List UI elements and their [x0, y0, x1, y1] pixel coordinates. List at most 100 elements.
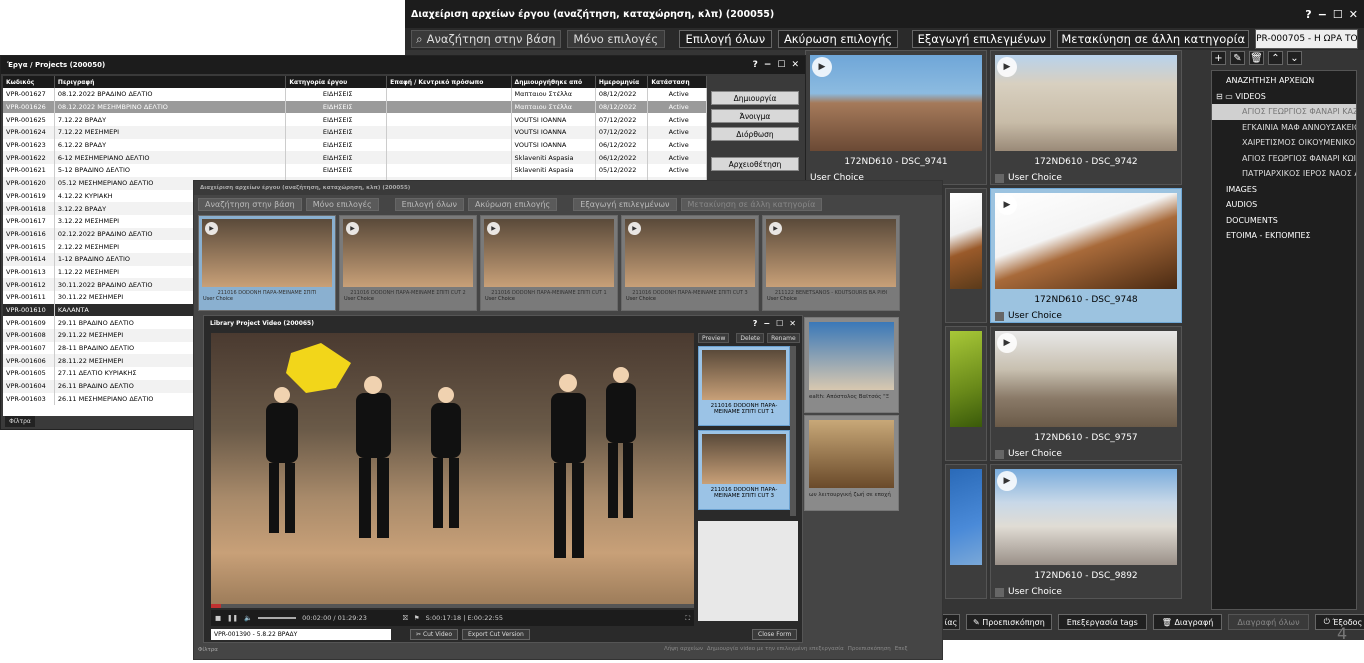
thumbnail[interactable]: 211016 DODONH ΠΑΡΑ-ΜΕΙΝΑΜΕ ΣΠΙΤΙ User Cho…	[198, 215, 336, 311]
fullscreen-icon[interactable]: ⛶	[685, 614, 690, 623]
export-selected-button[interactable]: Εξαγωγή επιλεγμένων	[912, 30, 1052, 48]
play-icon[interactable]: ▶	[812, 57, 832, 77]
edit-button[interactable]: Διόρθωση	[711, 127, 799, 141]
only-selection-button[interactable]: Μόνο επιλογές	[305, 198, 379, 211]
project-field[interactable]: VPR-000705 - Η ΩΡΑ ΤΟΥ	[1254, 29, 1359, 49]
volume-icon[interactable]: 🔈	[244, 614, 252, 622]
trash-icon[interactable]: 🗑	[1249, 51, 1264, 65]
checkbox[interactable]	[995, 587, 1004, 597]
play-icon[interactable]: ▶	[346, 222, 359, 235]
select-all-button[interactable]: Επιλογή όλων	[394, 198, 464, 211]
user-choice[interactable]: User Choice	[995, 587, 1062, 597]
filter-button[interactable]: Φίλτρα	[198, 647, 218, 653]
close-icon[interactable]: ✕	[791, 60, 799, 70]
open-button[interactable]: Άνοιγμα	[711, 109, 799, 123]
library-rename-button[interactable]: Rename	[767, 333, 800, 343]
thumbnail[interactable]: ▶ 172ND610 - DSC_9742 User Choice	[990, 50, 1182, 185]
checkbox[interactable]	[995, 311, 1004, 321]
play-icon[interactable]: ▶	[487, 222, 500, 235]
tree-item-video[interactable]: ΑΓΙΟΣ ΓΕΩΡΓΙΟΣ ΦΑΝΑΡΙ ΚΩΙ	[1212, 151, 1356, 167]
archive-button[interactable]: Αρχειοθέτηση	[711, 157, 799, 171]
column-header[interactable]: Κατηγορία έργου	[285, 76, 388, 88]
flag-icon[interactable]: ⚑	[414, 614, 420, 622]
library-item[interactable]: 211016 DODONH ΠΑΡΑ-ΜΕΙΝΑΜΕ ΣΠΙΤΙ CUT 3	[698, 430, 790, 510]
minimize-icon[interactable]: −	[1318, 8, 1327, 21]
only-selection-button[interactable]: Μόνο επιλογές	[566, 30, 665, 48]
delete-all-button[interactable]: Διαγραφή όλων	[1228, 614, 1309, 630]
thumbnail-selected[interactable]: ▶ 172ND610 - DSC_9748 User Choice	[990, 188, 1182, 323]
export-selected-button[interactable]: Εξαγωγή επιλεγμένων	[573, 198, 677, 211]
library-preview-button[interactable]: Preview	[698, 333, 730, 343]
thumbnail-partial[interactable]: ealth: Απόστολος Βαϊτσός "Ξ	[804, 317, 899, 413]
table-row[interactable]: VPR-001626 08.12.2022 ΜΕΣΗΜΒΡΙΝΟ ΔΕΛΤΙΟ ΕΙ…	[3, 100, 707, 114]
tree-item-images[interactable]: IMAGES	[1212, 182, 1356, 198]
user-choice[interactable]: User Choice	[995, 449, 1062, 459]
bottom-button-partial[interactable]: ίας	[942, 614, 960, 630]
tree-item-video[interactable]: ΑΓΙΟΣ ΓΕΩΡΓΙΟΣ ΦΑΝΑΡΙ ΚΑΖ	[1212, 104, 1356, 120]
library-item-selected[interactable]: 211016 DODONH ΠΑΡΑ-ΜΕΙΝΑΜΕ ΣΠΙΤΙ CUT 1	[698, 346, 790, 426]
play-icon[interactable]: ▶	[628, 222, 641, 235]
maximize-icon[interactable]: ☐	[776, 319, 783, 328]
thumbnail[interactable]: 211016 DODONH ΠΑΡΑ-ΜΕΙΝΑΜΕ ΣΠΙΤΙ CUT 2 Us…	[339, 215, 477, 311]
stop-icon[interactable]: ■	[215, 614, 221, 622]
close-form-button[interactable]: Close Form	[752, 629, 798, 640]
play-icon[interactable]: ▶	[769, 222, 782, 235]
download-button[interactable]: Λήψη αρχείων	[664, 646, 703, 652]
close-icon[interactable]: ✕	[789, 319, 796, 328]
maximize-icon[interactable]: ☐	[777, 60, 785, 70]
help-icon[interactable]: ?	[1305, 8, 1311, 21]
cancel-selection-button[interactable]: Ακύρωση επιλογής	[468, 198, 558, 211]
tree-item-ready[interactable]: ΕΤΟΙΜΑ - ΕΚΠΟΜΠΕΣ	[1212, 228, 1356, 244]
column-header[interactable]: Κωδικός	[3, 76, 55, 88]
user-choice[interactable]: User Choice	[199, 296, 335, 302]
search-db-button[interactable]: Αναζήτηση στην βάση	[198, 198, 302, 211]
create-button[interactable]: Δημιουργία	[711, 91, 799, 105]
table-row[interactable]: VPR-001624 7.12.22 ΜΕΣΗΜΕΡΙ ΕΙΔΗΣΕΙΣ VOUTSI…	[3, 126, 707, 139]
tree-item-audios[interactable]: AUDIOS	[1212, 197, 1356, 213]
volume-slider[interactable]	[258, 617, 297, 619]
video-player[interactable]	[211, 333, 694, 608]
user-choice[interactable]: User Choice	[622, 296, 758, 302]
thumbnail[interactable]: ▶ 172ND610 - DSC_9892 User Choice	[990, 464, 1182, 599]
select-all-button[interactable]: Επιλογή όλων	[678, 30, 772, 48]
search-db-button[interactable]: ⌕ Αναζήτηση στην βάση	[411, 30, 561, 48]
thumbnail[interactable]: ▶ 172ND610 - DSC_9757 User Choice	[990, 326, 1182, 461]
library-delete-button[interactable]: Delete	[736, 333, 765, 343]
thumbnail[interactable]: 211016 DODONH ΠΑΡΑ-ΜΕΙΝΑΜΕ ΣΠΙΤΙ CUT 1 Us…	[480, 215, 618, 311]
play-icon[interactable]: ▶	[997, 471, 1017, 491]
minimize-icon[interactable]: −	[763, 319, 770, 328]
table-row[interactable]: VPR-001623 6.12.22 ΒΡΑΔΥ ΕΙΔΗΣΕΙΣ VOUTSI IO…	[3, 138, 707, 152]
table-row[interactable]: VPR-001625 7.12.22 ΒΡΑΔΥ ΕΙΔΗΣΕΙΣ VOUTSI IO…	[3, 113, 707, 127]
play-icon[interactable]: ▶	[205, 222, 218, 235]
user-choice[interactable]: User Choice	[481, 296, 617, 302]
column-header[interactable]: Ημερομηνία	[595, 76, 649, 88]
library-scrollbar[interactable]	[790, 346, 796, 516]
checkbox[interactable]	[995, 173, 1004, 183]
cancel-selection-button[interactable]: Ακύρωση επιλογής	[777, 30, 899, 48]
tree-item-video[interactable]: ΧΑΙΡΕΤΙΣΜΟΣ ΟΙΚΟΥΜΕΝΙΚΟ	[1212, 135, 1356, 151]
move-category-button[interactable]: Μετακίνηση σε άλλη κατηγορία	[1057, 30, 1249, 48]
checkbox[interactable]	[995, 449, 1004, 459]
video-progress-track[interactable]	[211, 604, 694, 608]
minimize-icon[interactable]: −	[764, 60, 772, 70]
user-choice[interactable]: User Choice	[340, 296, 476, 302]
thumbnail[interactable]: ▶ 172ND610 - DSC_9741 User Choice	[805, 50, 987, 185]
help-icon[interactable]: ?	[753, 319, 758, 328]
play-icon[interactable]: ▶	[997, 57, 1017, 77]
chevron-down-icon[interactable]: ⌄	[1287, 51, 1302, 65]
move-category-button[interactable]: Μετακίνηση σε άλλη κατηγορία	[680, 198, 823, 211]
chevron-up-icon[interactable]: ⌃	[1268, 51, 1283, 65]
play-icon[interactable]: ▶	[997, 195, 1017, 215]
create-video-button[interactable]: Δημιουργία video με την επιλεγμένη επεξε…	[707, 646, 844, 652]
project-field[interactable]: VPR-001390 - 5.8.22 ΒΡΑΔΥ	[211, 629, 391, 640]
column-header[interactable]: Κατάσταση	[647, 76, 707, 88]
tree-item-videos[interactable]: ⊟ ▭ VIDEOS	[1212, 89, 1356, 105]
cut-mark-icon[interactable]: ⛝	[403, 614, 408, 623]
tree-item-search[interactable]: ΑΝΑΖΗΤΗΣΗ ΑΡΧΕΙΩΝ	[1212, 73, 1356, 89]
table-row[interactable]: VPR-001627 08.12.2022 ΒΡΑΔΙΝΟ ΔΕΛΤΙΟ ΕΙΔΗΣ…	[3, 88, 707, 101]
user-choice[interactable]: User Choice	[763, 296, 899, 302]
pause-icon[interactable]: ❚❚	[227, 614, 238, 622]
thumbnail[interactable]: 211122 BENETSANOS - KOUTSOURIS ΒΑ ΡΙΘΙ Us…	[762, 215, 900, 311]
column-header[interactable]: Περιγραφή	[54, 76, 287, 88]
close-icon[interactable]: ✕	[1349, 8, 1358, 21]
